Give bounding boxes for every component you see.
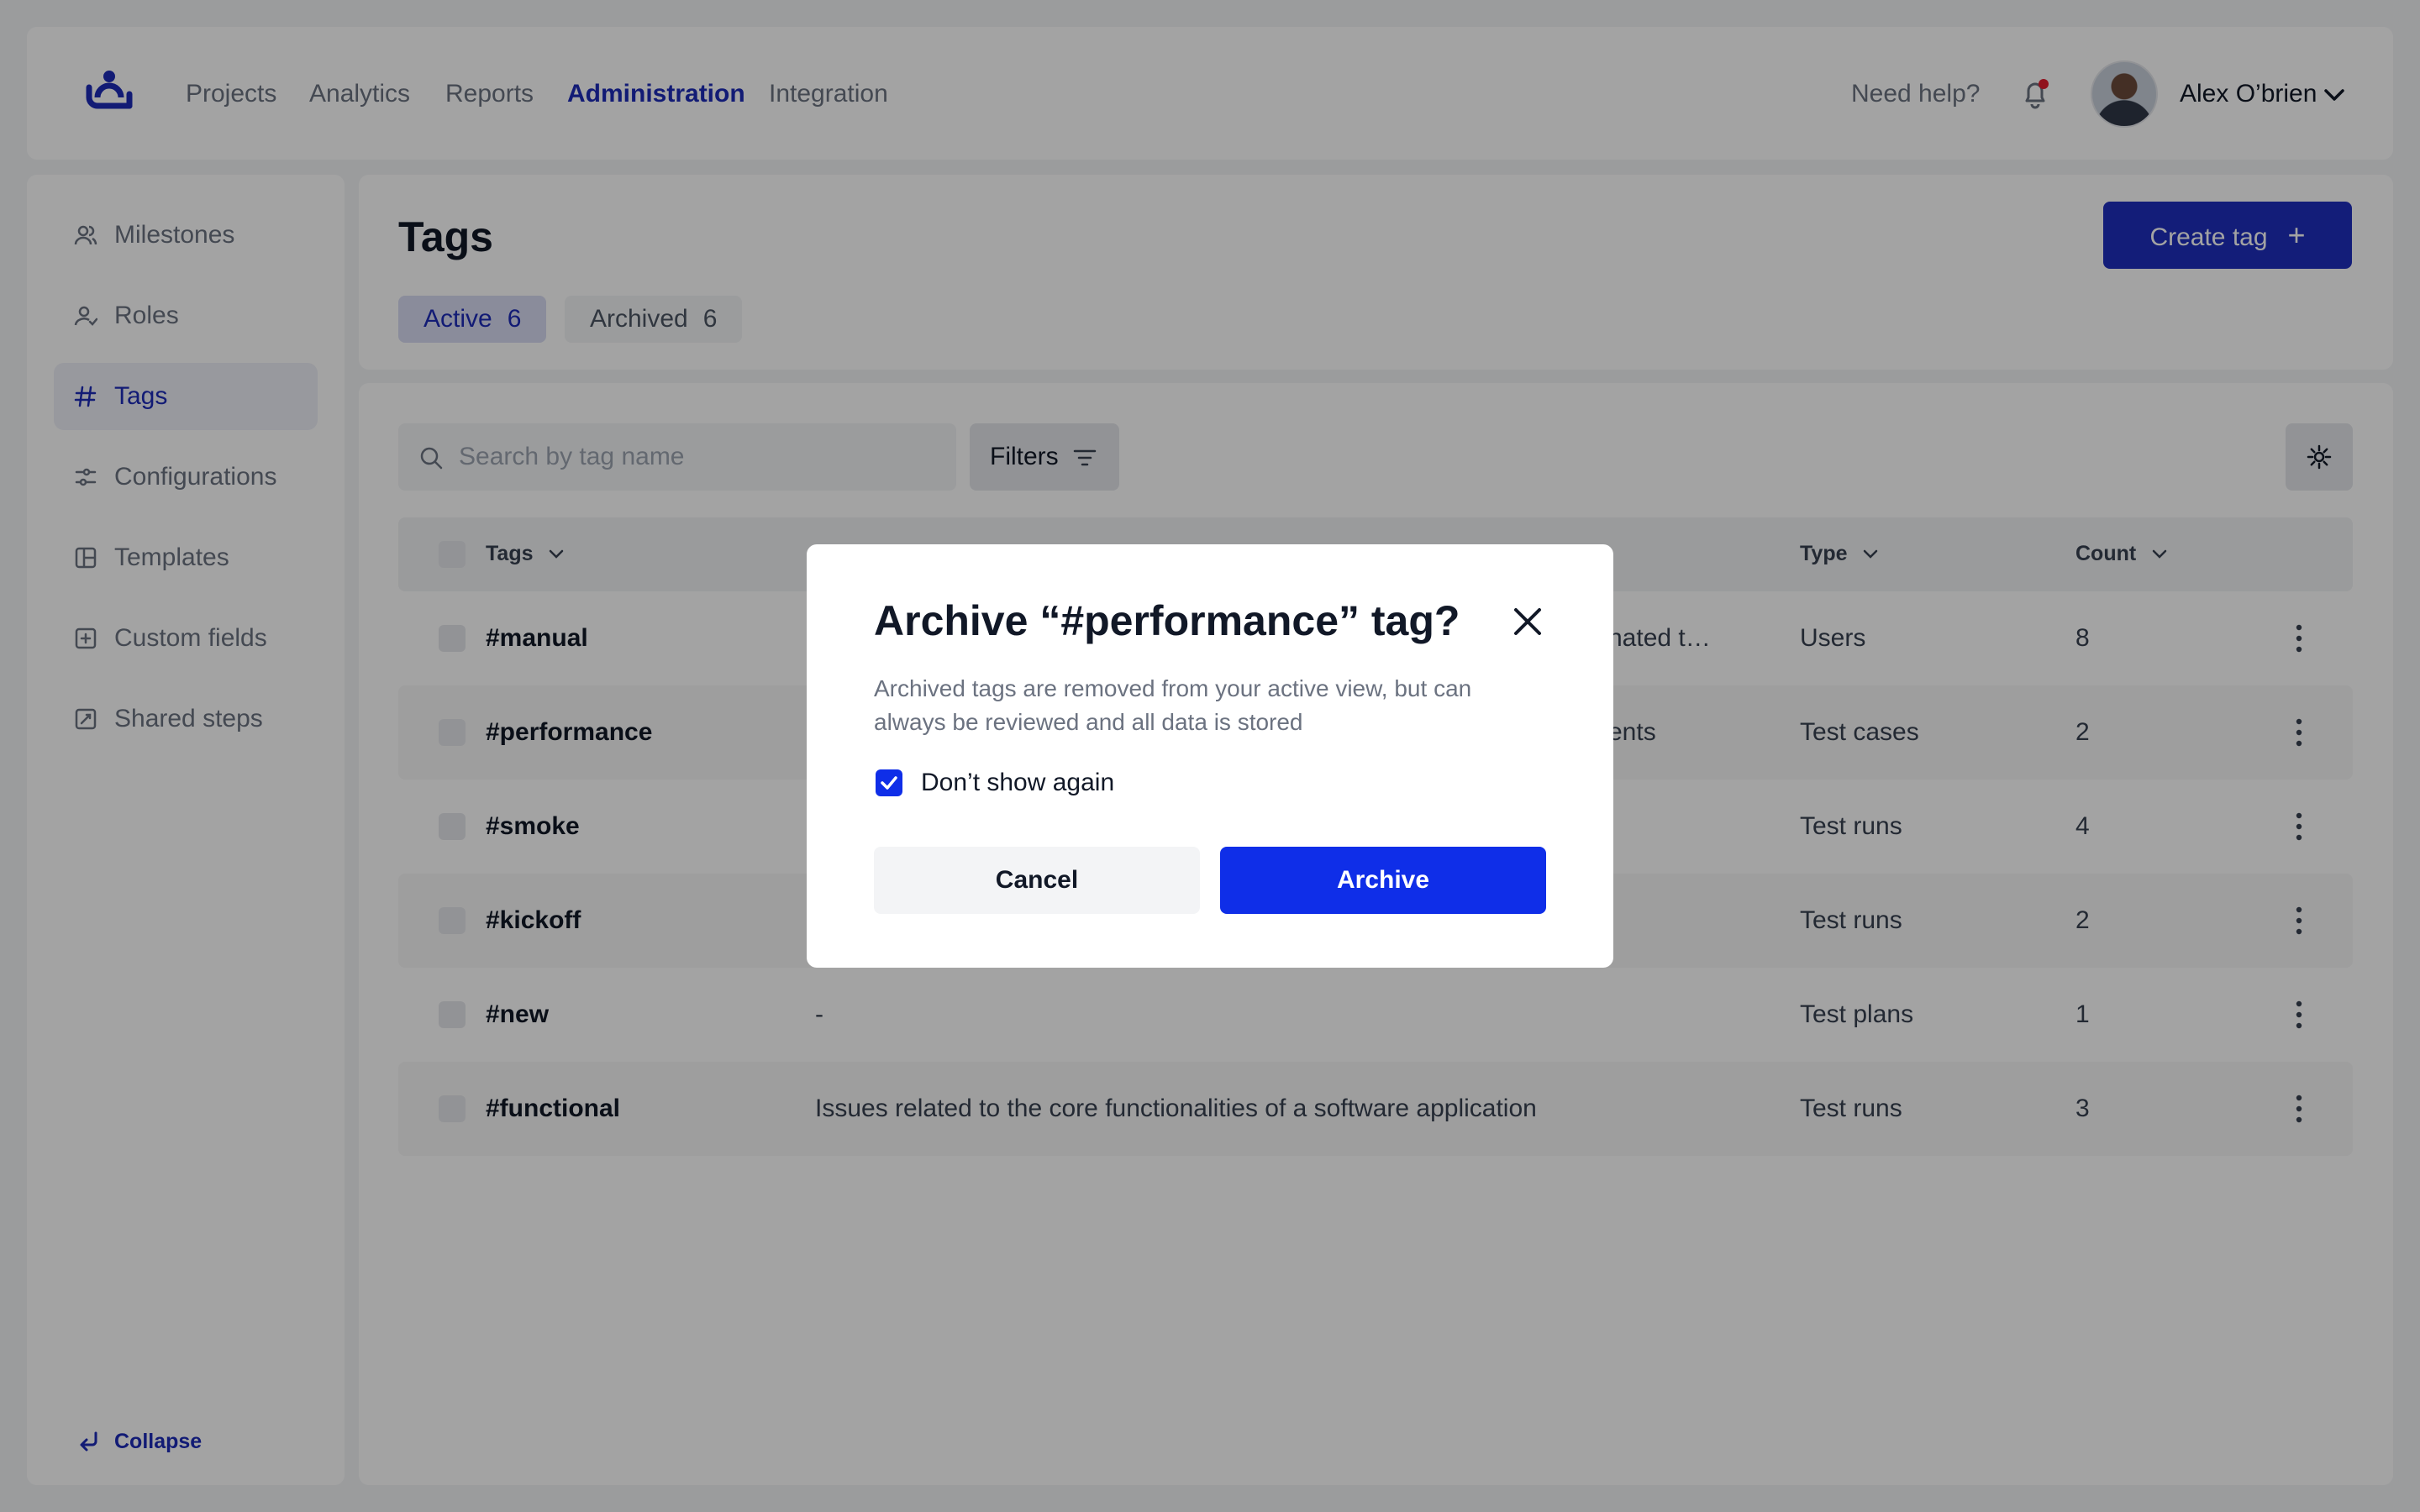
dialog-description: Archived tags are removed from your acti… <box>874 675 1472 735</box>
dont-show-again-label[interactable]: Don’t show again <box>921 768 1114 798</box>
close-icon[interactable] <box>1509 603 1546 640</box>
dont-show-again-checkbox[interactable] <box>876 769 902 796</box>
checkmark-icon <box>881 776 897 790</box>
archive-button[interactable]: Archive <box>1220 847 1546 914</box>
cancel-button[interactable]: Cancel <box>874 847 1200 914</box>
archive-tag-dialog: Archive “#performance” tag? Archived tag… <box>807 544 1613 968</box>
dialog-title: Archive “#performance” tag? <box>874 597 1460 644</box>
